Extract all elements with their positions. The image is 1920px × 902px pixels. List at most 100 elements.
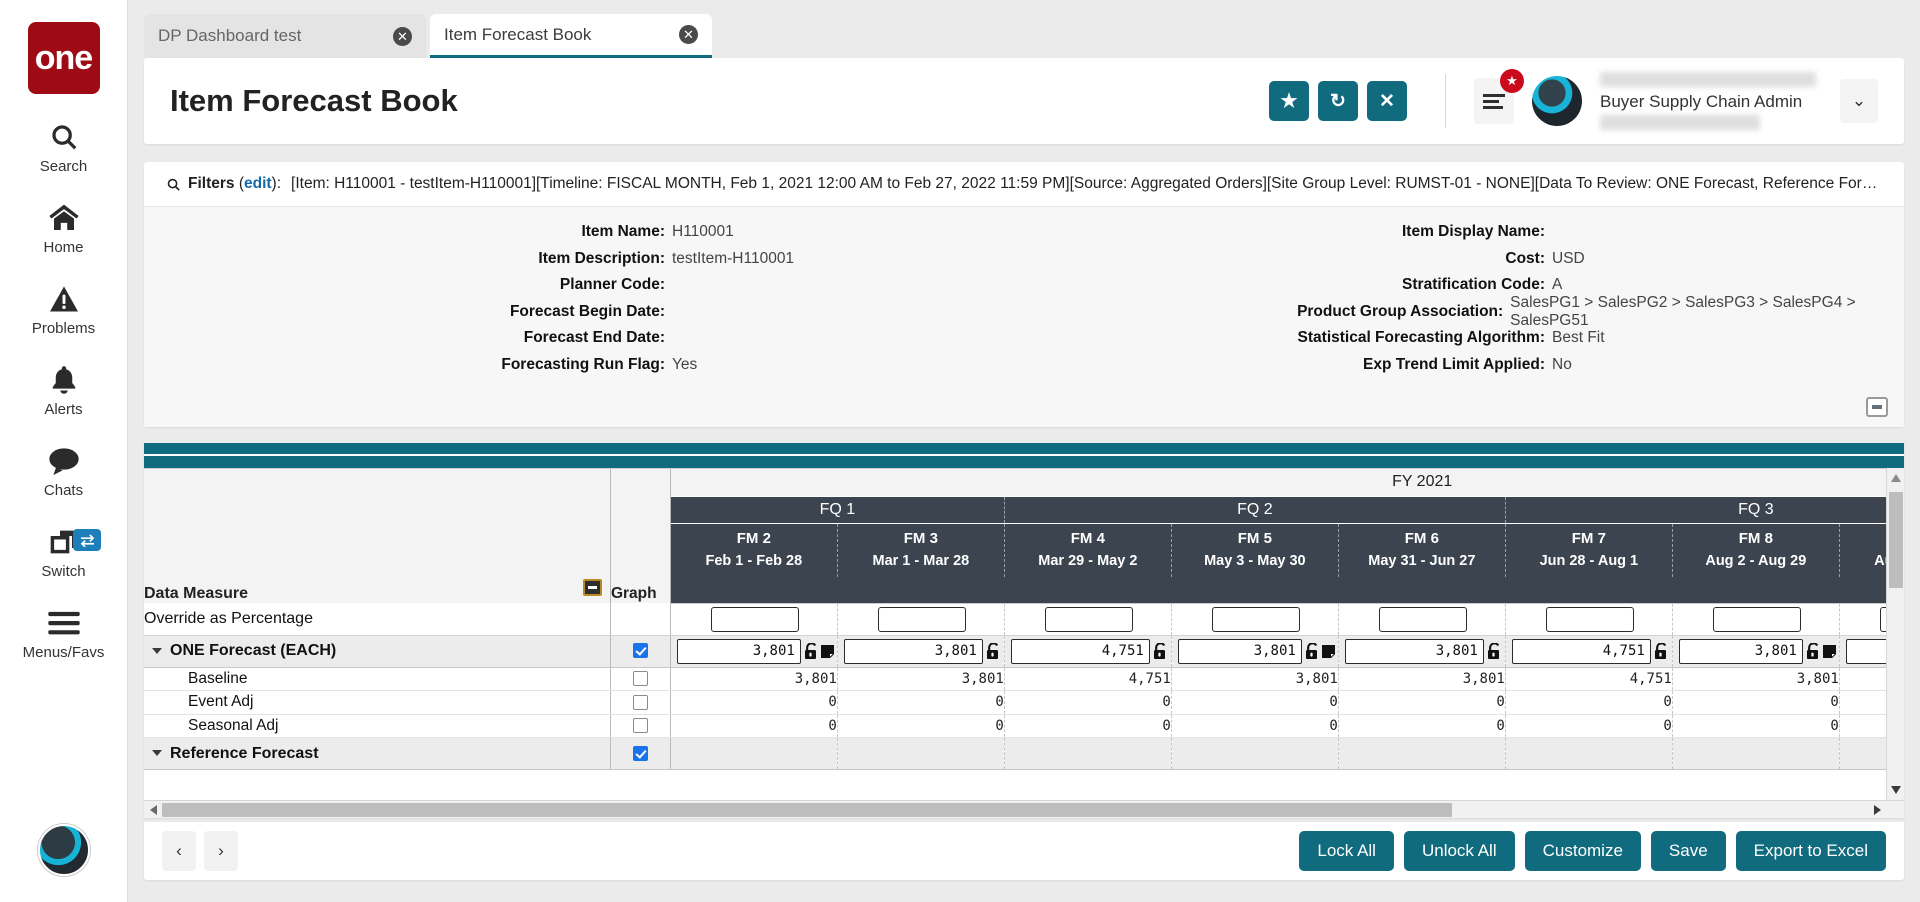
expand-caret-icon[interactable]: [152, 750, 162, 756]
grid-scroll-body[interactable]: FY 2021 FQ 1 FQ 2 FQ 3 FM 2Feb 1 - Feb 2…: [144, 468, 1904, 800]
override-percent-input[interactable]: [1379, 607, 1467, 632]
refresh-button[interactable]: ↻: [1318, 81, 1358, 121]
scroll-left-icon[interactable]: [144, 801, 162, 819]
data-cell[interactable]: 3,801: [1171, 635, 1338, 667]
month-range: Jun 28 - Aug 1: [1540, 553, 1639, 569]
row-label-cell: Event Adj: [144, 691, 610, 715]
override-percent-input[interactable]: [878, 607, 966, 632]
forecast-value-input[interactable]: 3,801: [1178, 639, 1302, 664]
data-cell[interactable]: 4,751: [1505, 635, 1672, 667]
data-cell[interactable]: [1672, 603, 1839, 635]
next-page-button[interactable]: ›: [204, 831, 238, 871]
one-logo[interactable]: one: [28, 22, 100, 94]
close-button[interactable]: ✕: [1367, 81, 1407, 121]
menu-favorites-button[interactable]: ★: [1474, 78, 1514, 124]
forecast-value-input[interactable]: 4,751: [1011, 639, 1150, 664]
sidebar-item-chats[interactable]: Chats: [0, 444, 127, 499]
user-menu-chevron-down-icon[interactable]: ⌄: [1840, 79, 1878, 123]
table-row: Baseline3,8013,8014,7513,8013,8014,7513,…: [144, 667, 1904, 691]
vertical-scrollbar[interactable]: [1886, 468, 1904, 800]
sidebar-label-search: Search: [40, 158, 88, 175]
graph-checkbox[interactable]: [633, 643, 648, 658]
note-icon[interactable]: [821, 645, 834, 658]
forecast-value-input[interactable]: 3,801: [1679, 639, 1803, 664]
graph-checkbox[interactable]: [633, 718, 648, 733]
horizontal-scrollbar[interactable]: [144, 800, 1904, 818]
data-cell[interactable]: 3,801: [670, 635, 837, 667]
data-cell[interactable]: 4,751: [1004, 635, 1171, 667]
customize-button[interactable]: Customize: [1525, 831, 1641, 871]
graph-toggle-cell[interactable]: [610, 738, 670, 770]
info-label: Forecast End Date:: [144, 329, 672, 347]
data-cell[interactable]: 3,801: [1338, 635, 1505, 667]
data-cell[interactable]: [1338, 603, 1505, 635]
data-cell[interactable]: 3,801: [1672, 635, 1839, 667]
override-percent-input[interactable]: [1713, 607, 1801, 632]
table-row: ONE Forecast (EACH) 3,801 3,801 4,751 3,801 3…: [144, 635, 1904, 667]
horizontal-scroll-thumb[interactable]: [162, 803, 1452, 817]
rail-avatar[interactable]: [38, 824, 90, 876]
lock-all-button[interactable]: Lock All: [1299, 831, 1394, 871]
sidebar-item-home[interactable]: Home: [0, 201, 127, 256]
note-icon[interactable]: [1322, 645, 1335, 658]
close-icon[interactable]: ✕: [393, 27, 412, 46]
unlock-icon[interactable]: [1654, 643, 1669, 660]
graph-checkbox[interactable]: [633, 671, 648, 686]
forecast-value-input[interactable]: 3,801: [677, 639, 801, 664]
unlock-icon[interactable]: [1806, 643, 1821, 660]
save-button[interactable]: Save: [1651, 831, 1726, 871]
tab-dp-dashboard-test[interactable]: DP Dashboard test ✕: [144, 14, 426, 58]
row-label-cell[interactable]: ONE Forecast (EACH): [144, 635, 610, 667]
data-cell[interactable]: [1171, 603, 1338, 635]
forecast-value-input[interactable]: 4,751: [1512, 639, 1651, 664]
data-cell[interactable]: [670, 603, 837, 635]
avatar[interactable]: [1532, 76, 1582, 126]
sidebar-item-problems[interactable]: Problems: [0, 282, 127, 337]
graph-toggle-cell[interactable]: [610, 691, 670, 715]
note-icon[interactable]: [1823, 645, 1836, 658]
sidebar-item-switch[interactable]: Switch: [0, 525, 127, 580]
scroll-right-icon[interactable]: [1868, 801, 1886, 819]
override-percent-input[interactable]: [1045, 607, 1133, 632]
sidebar-item-alerts[interactable]: Alerts: [0, 363, 127, 418]
filters-edit-link[interactable]: edit: [244, 175, 272, 193]
sidebar-label-menus-favs: Menus/Favs: [23, 644, 105, 661]
switch-swap-badge[interactable]: [73, 529, 101, 551]
previous-page-button[interactable]: ‹: [162, 831, 196, 871]
override-percent-input[interactable]: [1546, 607, 1634, 632]
graph-checkbox[interactable]: [633, 695, 648, 710]
graph-toggle-cell[interactable]: [610, 714, 670, 738]
close-icon[interactable]: ✕: [679, 25, 698, 44]
graph-toggle-cell[interactable]: [610, 635, 670, 667]
vertical-scroll-thumb[interactable]: [1889, 492, 1903, 588]
data-cell[interactable]: [837, 603, 1004, 635]
unlock-icon[interactable]: [804, 643, 819, 660]
unlock-icon[interactable]: [986, 643, 1001, 660]
expand-caret-icon[interactable]: [152, 648, 162, 654]
data-cell[interactable]: [1004, 603, 1171, 635]
graph-checkbox[interactable]: [633, 746, 648, 761]
tab-item-forecast-book[interactable]: Item Forecast Book ✕: [430, 14, 712, 58]
override-percent-input[interactable]: [1212, 607, 1300, 632]
unlock-icon[interactable]: [1153, 643, 1168, 660]
override-percent-input[interactable]: [711, 607, 799, 632]
forecast-value-input[interactable]: 3,801: [1345, 639, 1484, 664]
export-excel-button[interactable]: Export to Excel: [1736, 831, 1886, 871]
graph-toggle-cell[interactable]: [610, 667, 670, 691]
collapse-all-measures-button[interactable]: [583, 579, 602, 596]
unlock-icon[interactable]: [1305, 643, 1320, 660]
unlock-all-button[interactable]: Unlock All: [1404, 831, 1515, 871]
data-cell[interactable]: 3,801: [837, 635, 1004, 667]
sidebar-item-search[interactable]: Search: [0, 120, 127, 175]
collapse-panel-button[interactable]: [1866, 397, 1888, 417]
sidebar-item-menus-favs[interactable]: Menus/Favs: [0, 606, 127, 661]
favorite-button[interactable]: ★: [1269, 81, 1309, 121]
scroll-down-icon[interactable]: [1887, 780, 1905, 800]
data-cell[interactable]: [1505, 603, 1672, 635]
scroll-up-icon[interactable]: [1887, 468, 1905, 488]
row-label-cell[interactable]: Reference Forecast: [144, 738, 610, 770]
forecast-value-input[interactable]: 3,801: [844, 639, 983, 664]
filter-summary[interactable]: Filters (edit): [Item: H110001 - testIte…: [144, 162, 1904, 206]
menu-icon: [47, 606, 81, 640]
unlock-icon[interactable]: [1487, 643, 1502, 660]
